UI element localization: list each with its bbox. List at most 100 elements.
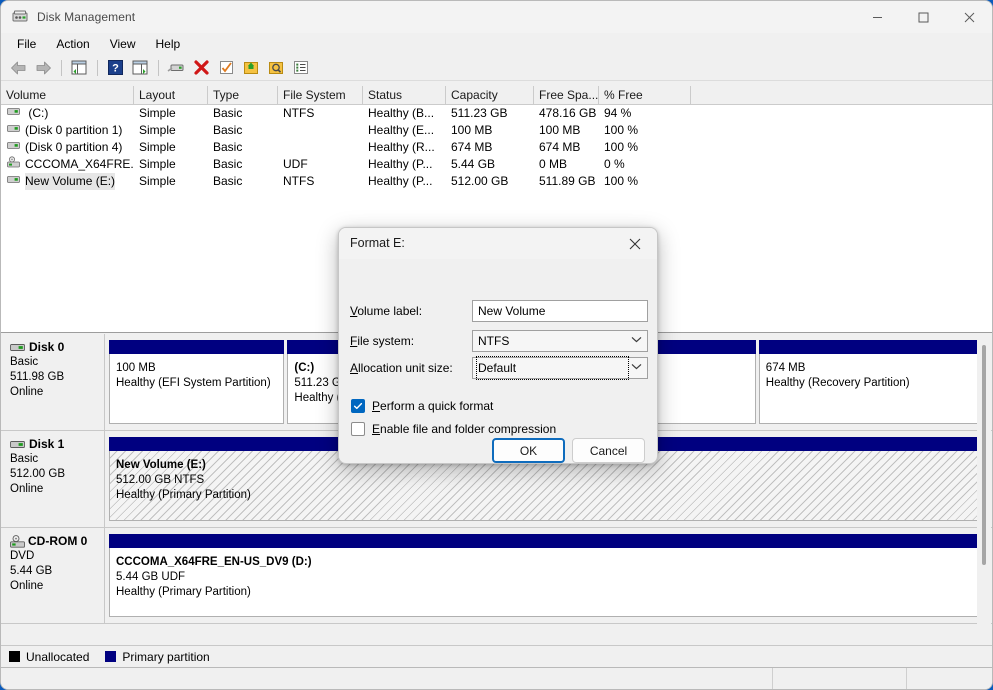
partition-color-bar	[109, 534, 990, 548]
column-header-status[interactable]: Status	[363, 86, 446, 104]
cell-type: Basic	[213, 123, 243, 137]
disk0-partition-efi[interactable]: 100 MB Healthy (EFI System Partition)	[109, 340, 285, 424]
volume-icon	[7, 139, 20, 156]
disk-status: Online	[10, 483, 44, 495]
perform-quick-format-checkbox[interactable]	[351, 399, 365, 413]
file-system-label: File system:	[350, 334, 415, 348]
list-view-icon[interactable]	[289, 57, 313, 79]
column-header-free-spa[interactable]: Free Spa...	[534, 86, 599, 104]
legend-swatch	[105, 651, 117, 662]
disk-info-panel[interactable]: Disk 1 Basic 512.00 GB Online	[1, 431, 105, 527]
cell-status: Healthy (E...	[368, 123, 435, 137]
properties-icon[interactable]	[214, 57, 238, 79]
format-dialog: Format E: Volume label: File system: NTF…	[338, 227, 658, 464]
cell-file-system: NTFS	[283, 106, 315, 120]
volume-name: (C:)	[25, 106, 49, 120]
cell-layout: Simple	[139, 174, 176, 188]
volume-name: (Disk 0 partition 4)	[25, 140, 123, 154]
file-system-value: NTFS	[478, 334, 510, 348]
allocation-unit-size-select[interactable]: Default	[472, 356, 648, 380]
status-pane-2	[773, 668, 906, 689]
enable-compression-checkbox[interactable]	[351, 422, 365, 436]
disk-type: Basic	[10, 356, 39, 368]
explore-icon[interactable]	[264, 57, 288, 79]
volume-name: (Disk 0 partition 1)	[25, 123, 123, 137]
table-row[interactable]: (Disk 0 partition 4) Simple Basic Healthy (…	[1, 139, 992, 156]
rescan-disks-icon[interactable]	[164, 57, 188, 79]
column-header-layout[interactable]: Layout	[134, 86, 208, 104]
menu-action[interactable]: Action	[46, 34, 99, 54]
legend: Unallocated Primary partition	[1, 645, 992, 667]
maximize-button[interactable]	[900, 1, 946, 33]
cell-free-space: 674 MB	[539, 140, 581, 154]
legend-primary-partition: Primary partition	[105, 650, 210, 664]
dialog-close-button[interactable]	[613, 228, 657, 259]
status-pane-1	[1, 668, 772, 689]
disk-status: Online	[10, 580, 44, 592]
enable-compression-row[interactable]: Enable file and folder compression	[351, 422, 556, 436]
perform-quick-format-row[interactable]: Perform a quick format	[351, 399, 493, 413]
cell-layout: Simple	[139, 106, 176, 120]
disk-name: Disk 0	[10, 340, 104, 355]
table-row[interactable]: (Disk 0 partition 1) Simple Basic Healthy (…	[1, 122, 992, 139]
chevron-down-icon	[631, 358, 642, 378]
volume-icon	[7, 173, 20, 190]
dialog-title-bar: Format E:	[339, 228, 657, 259]
cancel-button[interactable]: Cancel	[572, 438, 645, 463]
show-hide-console-tree-icon[interactable]	[67, 57, 91, 79]
disk-type: DVD	[10, 550, 35, 562]
disk-name: CD-ROM 0	[10, 534, 104, 549]
column-header-file-system[interactable]: File System	[278, 86, 363, 104]
disk-pane-scrollbar[interactable]	[977, 335, 991, 645]
cell-volume: (Disk 0 partition 4)	[1, 139, 134, 156]
volume-name: CCCOMA_X64FRE...	[25, 157, 134, 171]
close-button[interactable]	[946, 1, 992, 33]
disk-info-panel[interactable]: CD-ROM 0 DVD 5.44 GB Online	[1, 528, 105, 623]
status-bar	[1, 667, 992, 689]
menu-file[interactable]: File	[7, 34, 46, 54]
menu-view[interactable]: View	[100, 34, 146, 54]
minimize-button[interactable]	[854, 1, 900, 33]
cell-free-space: 511.89 GB	[539, 174, 596, 188]
partition-size: 512.00 GB NTFS	[116, 474, 205, 486]
delete-icon[interactable]	[189, 57, 213, 79]
cdrom-drive-icon	[10, 535, 28, 548]
column-header--free[interactable]: % Free	[599, 86, 691, 104]
forward-icon[interactable]	[31, 57, 55, 79]
chevron-down-icon	[631, 331, 642, 351]
cell-capacity: 674 MB	[451, 140, 493, 154]
column-header-type[interactable]: Type	[208, 86, 278, 104]
window-controls	[854, 1, 992, 33]
volume-icon	[7, 105, 20, 122]
cdrom0-partition-d[interactable]: CCCOMA_X64FRE_EN-US_DV9 (D:) 5.44 GB UDF H…	[109, 534, 990, 617]
disk-info-panel[interactable]: Disk 0 Basic 511.98 GB Online	[1, 334, 105, 430]
disk-name: Disk 1	[10, 437, 104, 452]
column-header-volume[interactable]: Volume	[1, 86, 134, 104]
cell-capacity: 512.00 GB	[451, 174, 509, 188]
ok-button[interactable]: OK	[492, 438, 565, 463]
cell-percent-free: 94 %	[604, 106, 632, 120]
volume-icon	[7, 122, 20, 139]
disk-management-window: Disk Management File Action View Help ? …	[0, 0, 993, 690]
extend-volume-icon[interactable]	[239, 57, 263, 79]
table-row[interactable]: (C:) Simple Basic NTFS Healthy (B... 511.23 G…	[1, 105, 992, 122]
show-hide-action-pane-icon[interactable]	[128, 57, 152, 79]
column-header-capacity[interactable]: Capacity	[446, 86, 534, 104]
cell-status: Healthy (P...	[368, 157, 433, 171]
disk-type: Basic	[10, 453, 39, 465]
disk0-partition-recovery[interactable]: 674 MB Healthy (Recovery Partition)	[758, 340, 990, 424]
cell-file-system: UDF	[283, 157, 308, 171]
scrollbar-thumb[interactable]	[982, 345, 986, 565]
menu-help[interactable]: Help	[146, 34, 191, 54]
volume-label-input[interactable]	[472, 300, 648, 322]
table-row[interactable]: CCCOMA_X64FRE... Simple Basic UDF Healthy (P…	[1, 156, 992, 173]
file-system-select[interactable]: NTFS	[472, 330, 648, 352]
disk-status: Online	[10, 386, 44, 398]
help-icon[interactable]: ?	[103, 57, 127, 79]
partition-status: Healthy (Primary Partition)	[116, 489, 251, 501]
disk-management-icon	[12, 9, 28, 25]
back-icon[interactable]	[6, 57, 30, 79]
dialog-body: Volume label: File system: NTFS Allocati…	[339, 259, 657, 463]
disk-size: 511.98 GB	[10, 371, 65, 383]
table-row[interactable]: New Volume (E:) Simple Basic NTFS Healthy (P…	[1, 173, 992, 190]
